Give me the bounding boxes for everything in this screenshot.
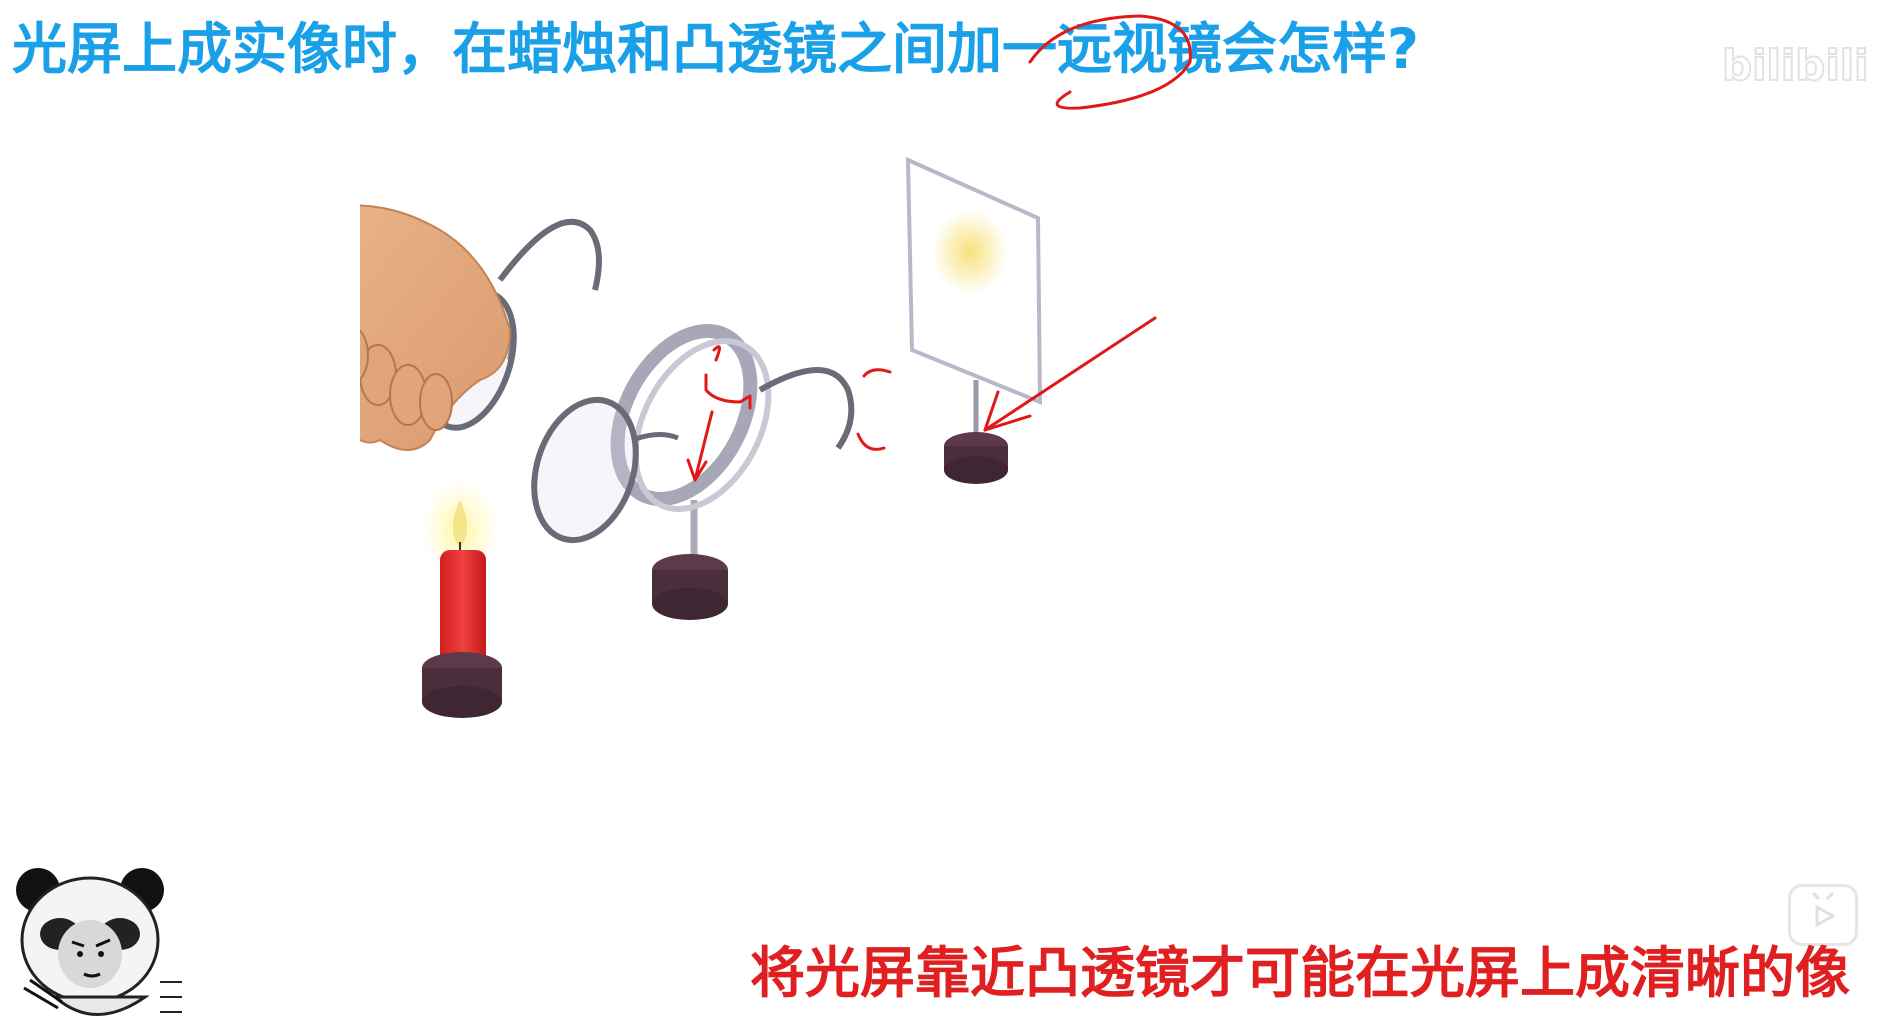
bilibili-logo-icon: bilibili (1721, 40, 1870, 91)
light-screen (905, 156, 1043, 484)
tv-play-icon (1811, 891, 1835, 927)
candle (422, 480, 502, 718)
question-title: 光屏上成实像时，在蜡烛和凸透镜之间加一远视镜会怎样? (12, 17, 1419, 81)
experiment-illustration (319, 140, 1290, 900)
tv-play-button[interactable] (1788, 884, 1858, 946)
conclusion-text: 将光屏靠近凸透镜才可能在光屏上成清晰的像 (749, 941, 1850, 1005)
panda-meme-sticker (0, 862, 185, 1027)
bilibili-watermark: bilibili (1718, 28, 1870, 108)
watermark-text: bilibili (1722, 41, 1868, 90)
